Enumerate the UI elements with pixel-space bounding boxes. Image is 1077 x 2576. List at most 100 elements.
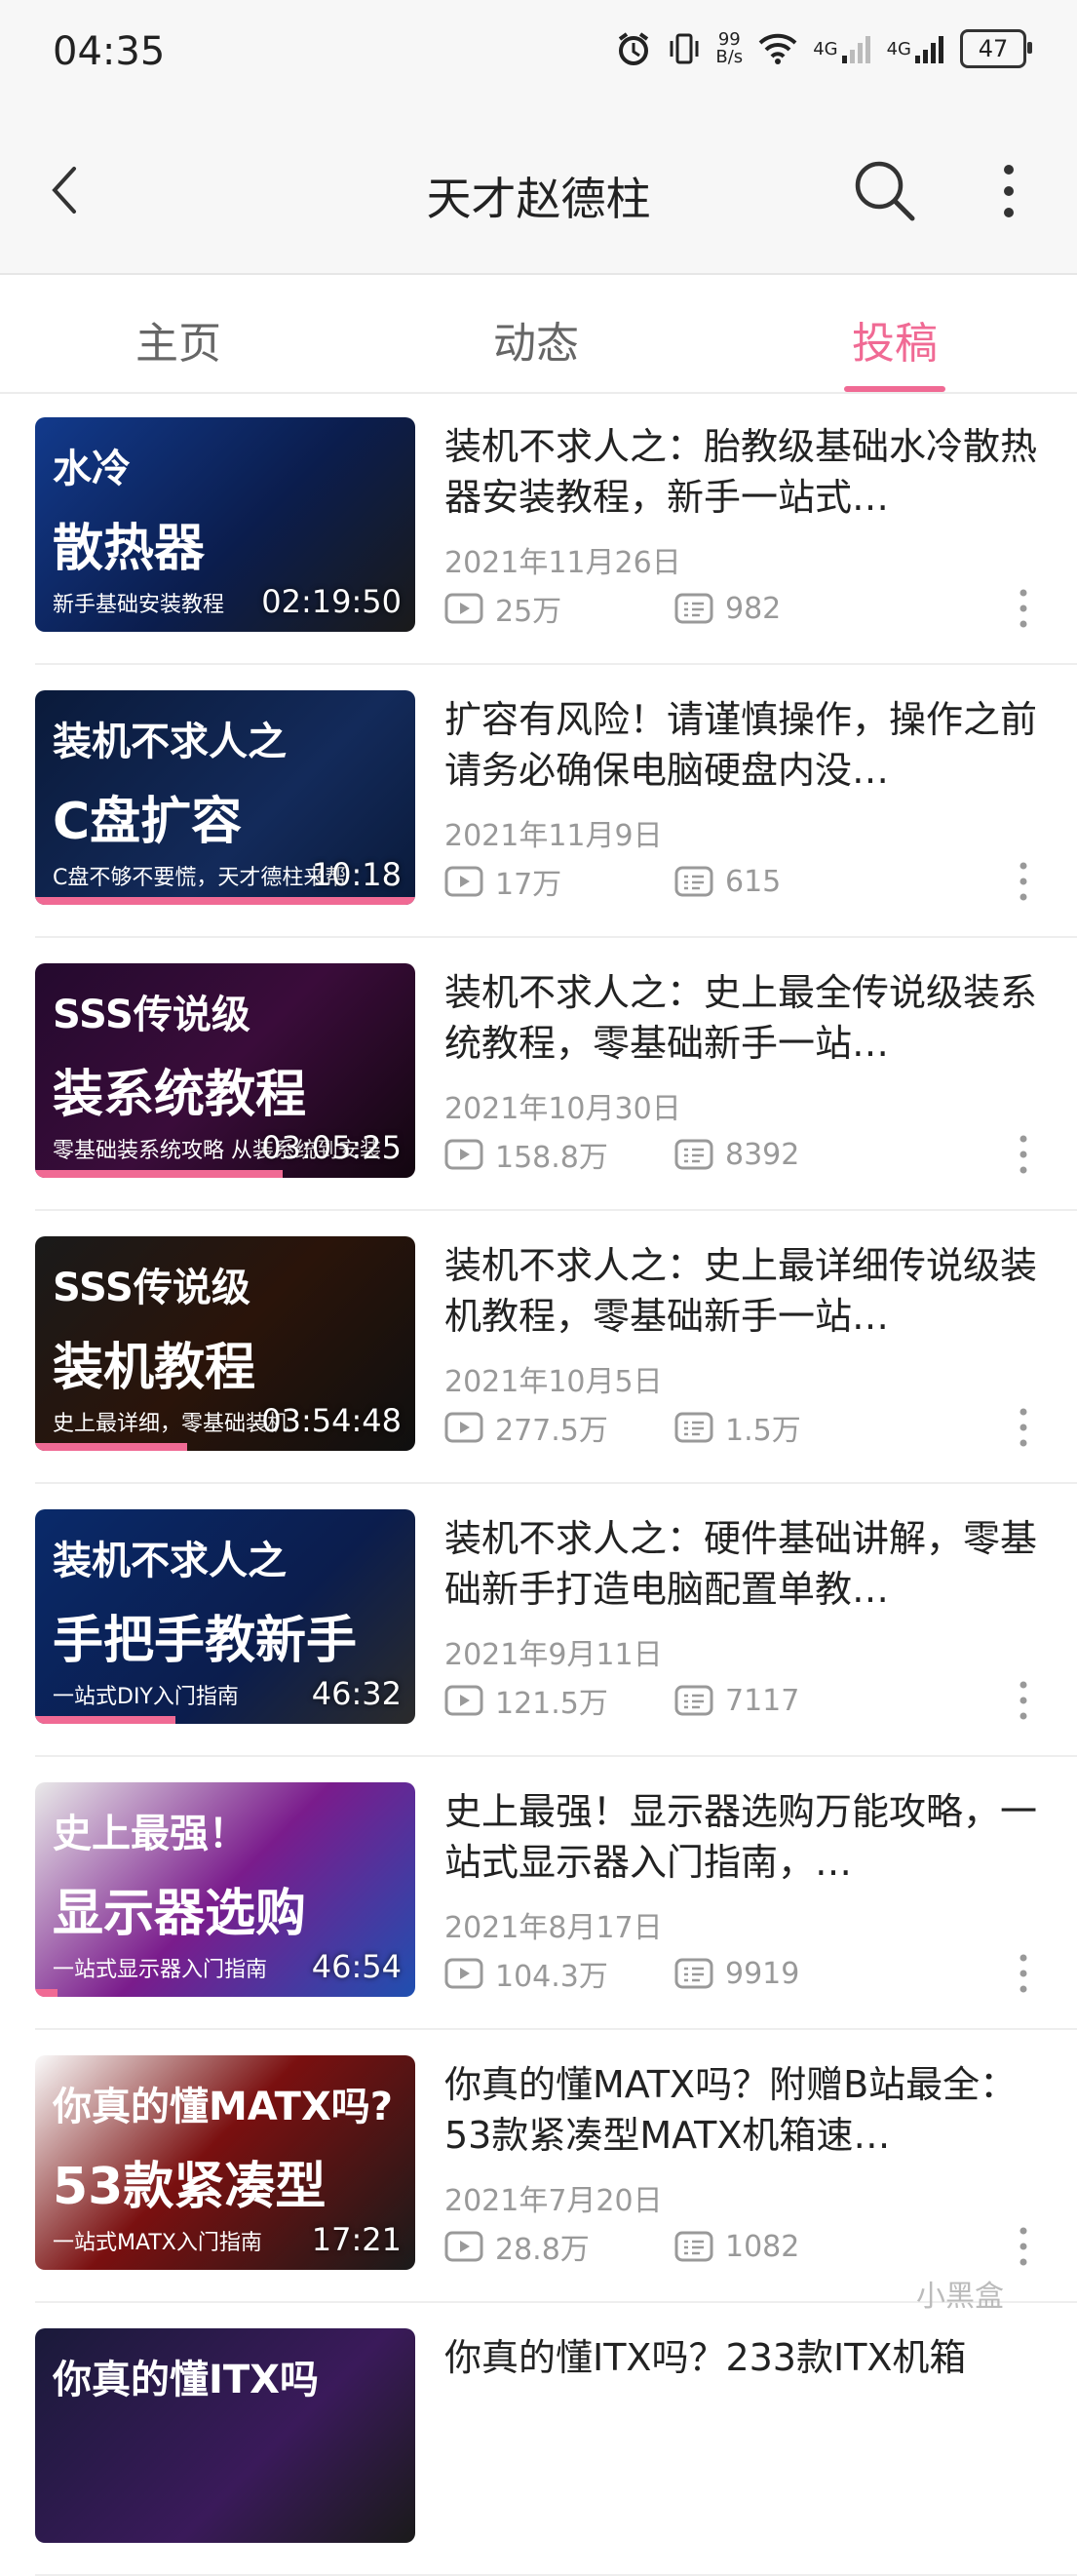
video-thumbnail[interactable]: 史上最强！ 显示器选购 一站式显示器入门指南 46:54 [35,1782,415,1997]
video-title[interactable]: 扩容有风险！请谨慎操作，操作之前请务必确保电脑硬盘内没… [444,694,1039,796]
video-date: 2021年10月5日 [444,1365,663,1399]
video-title[interactable]: 史上最强！显示器选购万能攻略，一站式显示器入门指南，… [444,1786,1039,1888]
video-stats: 277.5万 1.5万 [444,1406,801,1449]
play-count-icon [444,1139,483,1170]
profile-tabs: 主页 动态 投稿 [0,275,1077,394]
tab-dynamics[interactable]: 动态 [439,308,634,371]
vertical-dots-icon [1019,2227,1027,2266]
video-item[interactable]: 装机不求人之 手把手教新手 一站式DIY入门指南 46:32 装机不求人之：硬件… [0,1484,1077,1757]
danmaku-icon [674,1412,713,1443]
item-more-button[interactable] [1014,860,1033,903]
video-duration: 03:05:25 [261,1129,402,1166]
thumbnail-caption-sub: 新手基础安装教程 [53,593,225,617]
thumbnail-caption-sub: 一站式DIY入门指南 [53,1685,239,1709]
item-more-button[interactable] [1014,2225,1033,2268]
video-thumbnail[interactable]: SSS传说级 装机教程 史上最详细，零基础装机 03:54:48 [35,1236,415,1451]
view-count: 277.5万 [444,1406,674,1449]
thumbnail-caption-top: 装机不求人之 [53,1539,287,1583]
more-options-button[interactable] [984,158,1033,226]
signal1-label: 4G [813,38,838,59]
comment-count-value: 1082 [725,2229,800,2264]
thumbnail-caption-sub: 一站式MATX入门指南 [53,2231,262,2255]
video-thumbnail[interactable]: 装机不求人之 C盘扩容 C盘不够不要慌，天才德柱来帮 10:18 [35,690,415,905]
view-count: 121.5万 [444,1679,674,1722]
item-more-button[interactable] [1014,1133,1033,1176]
tab-home[interactable]: 主页 [81,308,276,371]
video-item[interactable]: 史上最强！ 显示器选购 一站式显示器入门指南 46:54 史上最强！显示器选购万… [0,1757,1077,2030]
video-thumbnail[interactable]: SSS传说级 装系统教程 零基础装系统攻略 从装系统到安装 03:05:25 [35,963,415,1178]
comment-count: 1.5万 [674,1406,801,1449]
thumbnail-caption-main: 装系统教程 [53,1066,307,1124]
vertical-dots-icon [1019,1135,1027,1174]
video-thumbnail[interactable]: 你真的懂MATX吗? 53款紧凑型 一站式MATX入门指南 17:21 [35,2055,415,2270]
item-more-button[interactable] [1014,1952,1033,1995]
video-thumbnail[interactable]: 你真的懂ITX吗 [35,2328,415,2543]
watch-progress-bar [35,1989,58,1997]
video-title[interactable]: 装机不求人之：史上最全传说级装系统教程，零基础新手一站… [444,967,1039,1069]
comment-count: 7117 [674,1684,799,1718]
view-count: 158.8万 [444,1133,674,1176]
video-stats: 158.8万 8392 [444,1133,799,1176]
thumbnail-caption-top: SSS传说级 [53,993,250,1037]
comment-count-value: 9919 [725,1956,800,1991]
video-thumbnail[interactable]: 水冷 散热器 新手基础安装教程 02:19:50 [35,417,415,632]
danmaku-icon [674,1685,713,1716]
comment-count: 9919 [674,1957,799,1991]
thumbnail-caption-top: 你真的懂MATX吗? [53,2085,393,2129]
thumbnail-caption-main: 散热器 [53,520,206,578]
status-time: 04:35 [53,29,166,74]
battery-icon: 47 [960,29,1032,68]
video-title[interactable]: 装机不求人之：史上最详细传说级装机教程，零基础新手一站… [444,1240,1039,1342]
item-more-button[interactable] [1014,1679,1033,1722]
item-more-button[interactable] [1014,1406,1033,1449]
vertical-dots-icon [1019,1681,1027,1720]
video-stats: 25万 982 [444,587,781,630]
comment-count: 615 [674,865,781,899]
vertical-dots-icon [1019,1954,1027,1993]
battery-level: 47 [978,35,1009,62]
tab-uploads[interactable]: 投稿 [797,308,992,371]
video-item[interactable]: 你真的懂MATX吗? 53款紧凑型 一站式MATX入门指南 17:21 你真的懂… [0,2030,1077,2303]
video-date: 2021年9月11日 [444,1638,663,1672]
thumbnail-caption-top: SSS传说级 [53,1266,250,1310]
video-date: 2021年11月9日 [444,819,663,853]
wifi-icon [756,31,799,66]
video-item[interactable]: 你真的懂ITX吗 你真的懂ITX吗？233款ITX机箱 [0,2303,1077,2576]
thumbnail-caption-sub: 一站式显示器入门指南 [53,1958,268,1982]
video-date: 2021年7月20日 [444,2184,663,2218]
comment-count-value: 1.5万 [725,1414,801,1448]
video-item[interactable]: 装机不求人之 C盘扩容 C盘不够不要慌，天才德柱来帮 10:18 扩容有风险！请… [0,665,1077,938]
thumbnail-caption-main: C盘扩容 [53,793,243,851]
video-title[interactable]: 装机不求人之：硬件基础讲解，零基础新手打造电脑配置单教… [444,1513,1039,1615]
video-item[interactable]: 水冷 散热器 新手基础安装教程 02:19:50 装机不求人之：胎教级基础水冷散… [0,392,1077,665]
watch-progress-bar [35,1170,283,1178]
video-title[interactable]: 装机不求人之：胎教级基础水冷散热器安装教程，新手一站式… [444,421,1039,523]
comment-count: 1082 [674,2230,799,2264]
video-item[interactable]: SSS传说级 装系统教程 零基础装系统攻略 从装系统到安装 03:05:25 装… [0,938,1077,1211]
video-title[interactable]: 你真的懂ITX吗？233款ITX机箱 [444,2332,1039,2434]
video-thumbnail[interactable]: 装机不求人之 手把手教新手 一站式DIY入门指南 46:32 [35,1509,415,1724]
item-more-button[interactable] [1014,587,1033,630]
watch-progress-bar [35,1716,176,1724]
play-count-icon [444,1412,483,1443]
video-title[interactable]: 你真的懂MATX吗？附赠B站最全：53款紧凑型MATX机箱速… [444,2059,1039,2161]
video-stats: 17万 615 [444,860,781,903]
comment-count: 982 [674,592,781,626]
watermark-text: 小黑盒 [916,2280,1004,2314]
net-speed-unit: B/s [715,47,744,67]
danmaku-icon [674,593,713,624]
video-duration: 46:54 [311,1948,402,1985]
search-button[interactable] [850,156,920,226]
video-duration: 03:54:48 [261,1402,402,1439]
video-item[interactable]: SSS传说级 装机教程 史上最详细，零基础装机 03:54:48 装机不求人之：… [0,1211,1077,1484]
vertical-dots-icon [1019,1408,1027,1447]
video-date: 2021年8月17日 [444,1911,663,1945]
play-count-icon [444,593,483,624]
danmaku-icon [674,1139,713,1170]
play-count-icon [444,2231,483,2262]
thumbnail-caption-top: 水冷 [53,447,131,491]
thumbnail-caption-main: 53款紧凑型 [53,2158,327,2216]
danmaku-icon [674,2231,713,2262]
video-duration: 10:18 [311,856,402,893]
video-duration: 46:32 [311,1675,402,1712]
